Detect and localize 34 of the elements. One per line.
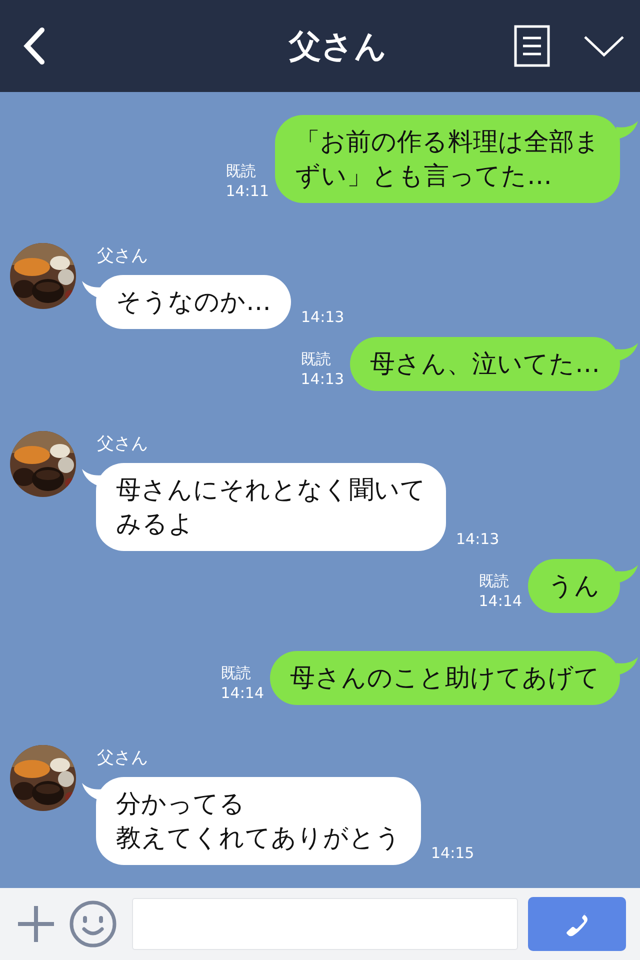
message-time: 14:14 [220,683,264,703]
smiley-icon [69,900,117,948]
plus-icon [16,904,56,944]
chat-title: 父さん [288,26,388,67]
sender-name: 父さん [97,747,149,769]
read-receipt: 既読 [226,161,256,181]
message-time: 14:13 [456,529,500,549]
chevron-down-icon [583,34,625,58]
sender-name: 父さん [97,433,149,455]
message-time: 14:15 [431,843,474,863]
message-text: そうなのか… [116,286,271,318]
message-text: 分かってる [116,788,246,820]
message-time: 14:13 [300,369,344,389]
message-text: 「お前の作る料理は全部ま [295,126,600,158]
message-text: 母さん、泣いてた… [370,348,600,380]
notes-button[interactable] [512,24,552,68]
message-time: 14:14 [478,591,522,611]
read-receipt: 既読 [220,663,251,683]
message-time: 14:13 [301,307,344,327]
message-text: ずい」とも言ってた… [295,160,553,192]
message-text: 母さんにそれとなく聞いて [116,474,426,506]
message-text: 教えてくれてありがとう [116,822,401,854]
message-text: みるよ [116,508,195,540]
call-button[interactable] [528,897,626,951]
message-text: うん [548,570,600,602]
read-receipt: 既読 [300,349,331,369]
message-input-field[interactable] [132,898,518,950]
message-text: 母さんのこと助けてあげて [290,662,600,694]
sender-name: 父さん [97,245,149,267]
list-icon [514,25,550,67]
emoji-button[interactable] [68,899,118,949]
back-icon [22,27,46,65]
message-time: 14:11 [226,181,269,201]
read-receipt: 既読 [478,571,509,591]
